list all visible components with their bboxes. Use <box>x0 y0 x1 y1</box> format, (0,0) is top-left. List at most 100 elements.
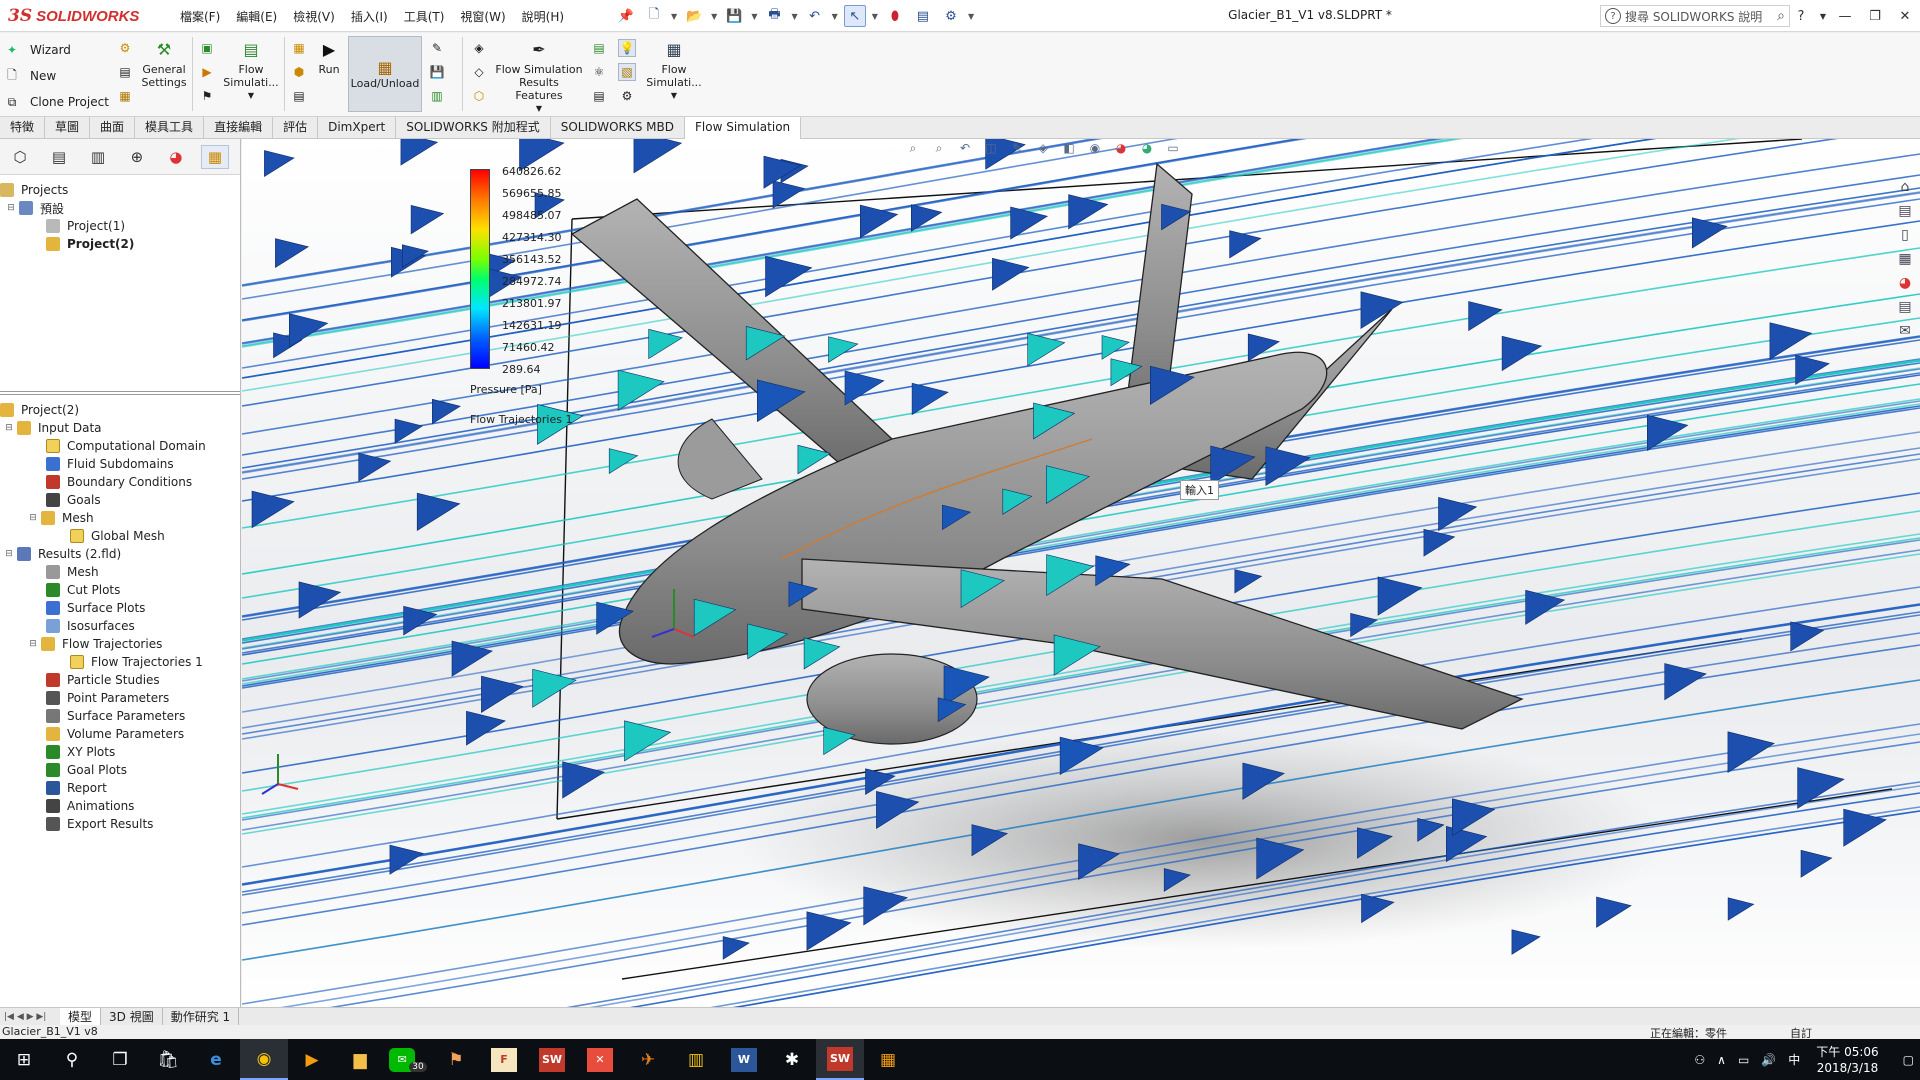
zoom-to-fit-icon[interactable]: ⌕ <box>902 141 924 159</box>
project-list-icon[interactable]: ▤ <box>116 63 134 81</box>
dimxpert-manager-icon[interactable]: ⊕ <box>123 145 151 169</box>
tree-item-flow-trajectories[interactable]: ⊟ Flow Trajectories <box>0 635 240 653</box>
surface-plot-icon[interactable]: ◇ <box>470 63 488 81</box>
undo-dropdown-icon[interactable]: ▼ <box>832 12 838 21</box>
clock[interactable]: 下午 05:06 2018/3/18 <box>1816 1044 1878 1076</box>
collapse-icon[interactable]: ⊟ <box>6 203 16 213</box>
custom-properties-icon[interactable]: ▤ <box>1894 299 1916 323</box>
menu-view[interactable]: 檢視(V) <box>293 8 335 25</box>
view-settings-icon[interactable]: ▭ <box>1162 141 1184 159</box>
tree-item-surface-plots[interactable]: Surface Plots <box>0 599 240 617</box>
menu-tools[interactable]: 工具(T) <box>404 8 445 25</box>
line-app[interactable]: ✉ 30 <box>384 1039 432 1080</box>
menu-file[interactable]: 檔案(F) <box>180 8 220 25</box>
file-explorer-icon[interactable]: ▯ <box>1894 227 1916 251</box>
print-icon[interactable]: 🖶 <box>763 5 785 27</box>
goals-icon[interactable]: ⚑ <box>198 87 216 105</box>
tab-surfaces[interactable]: 曲面 <box>90 117 136 139</box>
save-icon[interactable]: 💾 <box>723 5 745 27</box>
search-button[interactable]: ⚲ <box>48 1039 96 1080</box>
solidworks-logo[interactable]: 3S SOLIDWORKS <box>8 3 154 29</box>
tree-item-isosurfaces[interactable]: Isosurfaces <box>0 617 240 635</box>
menu-insert[interactable]: 插入(I) <box>351 8 388 25</box>
view-orientation-icon[interactable]: ◈ <box>1032 141 1054 159</box>
tree-item-goals[interactable]: Goals <box>0 491 240 509</box>
store-app[interactable]: 🛍 <box>144 1039 192 1080</box>
graphics-viewport[interactable]: ⌕ ⌕ ↶ ◫ ✎ ◈ ◧ ◉ ◕ ◕ ▭ ⌂ ▤ ▯ ▦ ◕ ▤ ✉ 6408… <box>242 139 1920 1007</box>
new-dropdown-icon[interactable]: ▼ <box>671 12 677 21</box>
tree-item-boundary-conditions[interactable]: Boundary Conditions <box>0 473 240 491</box>
tab-scroll-arrows-icon[interactable]: |◀ ◀ ▶ ▶| <box>0 1012 60 1022</box>
menu-edit[interactable]: 編輯(E) <box>236 8 277 25</box>
run-button[interactable]: ▶ Run <box>314 37 344 76</box>
results-features-dropdown-icon[interactable]: ▼ <box>536 102 542 115</box>
people-icon[interactable]: ⚇ <box>1694 1053 1705 1067</box>
tree-item-xy-plots[interactable]: XY Plots <box>0 743 240 761</box>
tab-direct-editing[interactable]: 直接編輯 <box>204 117 274 139</box>
tree-item-projects[interactable]: Projects <box>0 181 240 199</box>
save-results-icon[interactable]: 💾 <box>428 63 446 81</box>
search-icon[interactable]: ⌕ <box>1777 8 1785 24</box>
calculator-app[interactable]: ▦ <box>864 1039 912 1080</box>
ime-indicator[interactable]: 中 <box>1788 1051 1800 1068</box>
display-manager-icon[interactable]: ◕ <box>162 145 190 169</box>
minimize-icon[interactable]: — <box>1830 9 1860 24</box>
monitor-icon[interactable]: ⚙ <box>618 87 636 105</box>
help-search-box[interactable]: ? 搜尋 SOLIDWORKS 說明 ⌕ <box>1600 5 1790 27</box>
panel-splitter[interactable] <box>0 391 240 395</box>
select-dropdown-icon[interactable]: ▼ <box>872 12 878 21</box>
tree-item-fluid-subdomains[interactable]: Fluid Subdomains <box>0 455 240 473</box>
chrome-app[interactable]: ◉ <box>240 1039 288 1080</box>
task-view-button[interactable]: ❐ <box>96 1039 144 1080</box>
project-settings-icon[interactable]: ⚙ <box>116 39 134 57</box>
help-dropdown-icon[interactable]: ▼ <box>1816 12 1830 21</box>
home-icon[interactable]: ⌂ <box>1894 179 1916 203</box>
tree-item-input-data[interactable]: ⊟ Input Data <box>0 419 240 437</box>
flow-analysis-tree-icon[interactable]: ▦ <box>200 144 230 169</box>
particle-icon[interactable]: ⚛ <box>590 63 608 81</box>
configuration-manager-icon[interactable]: ▥ <box>84 145 112 169</box>
solidworks-2016-app[interactable]: SW <box>528 1039 576 1080</box>
tab-motion-study[interactable]: 動作研究 1 <box>163 1008 240 1025</box>
dynamic-annotation-icon[interactable]: ✎ <box>1006 141 1028 159</box>
restore-icon[interactable]: ❐ <box>1860 9 1890 24</box>
tree-item-surface-parameters[interactable]: Surface Parameters <box>0 707 240 725</box>
tree-item-results[interactable]: ⊟ Results (2.fld) <box>0 545 240 563</box>
menu-window[interactable]: 視窗(W) <box>460 8 505 25</box>
edge-app[interactable]: e <box>192 1039 240 1080</box>
tree-item-cut-plots[interactable]: Cut Plots <box>0 581 240 599</box>
traffic-light-icon[interactable]: ⬮ <box>884 5 906 27</box>
general-settings-button[interactable]: ⚒ General Settings <box>141 37 186 89</box>
design-library-icon[interactable]: ▤ <box>1894 203 1916 227</box>
project-report-icon[interactable]: ▦ <box>116 87 134 105</box>
results-features-button[interactable]: ✒ Flow Simulation Results Features ▼ <box>494 37 584 115</box>
clone-project-button[interactable]: ⧉ Clone Project <box>4 89 114 115</box>
transparency-icon[interactable]: ▧ <box>618 63 636 81</box>
network-icon[interactable]: ▭ <box>1738 1053 1749 1067</box>
paint-app[interactable]: ✈ <box>624 1039 672 1080</box>
editor-app[interactable]: F <box>480 1039 528 1080</box>
print-dropdown-icon[interactable]: ▼ <box>791 12 797 21</box>
appearances-icon[interactable]: ◕ <box>1894 275 1916 299</box>
start-button[interactable]: ⊞ <box>0 1039 48 1080</box>
help-icon[interactable]: ? <box>1786 9 1816 24</box>
settings-app[interactable]: ✱ <box>768 1039 816 1080</box>
xmind-app[interactable]: ✕ <box>576 1039 624 1080</box>
flow-simulation-button[interactable]: ▤ Flow Simulati... ▼ <box>222 37 280 102</box>
flow-simulation-dropdown-icon[interactable]: ▼ <box>248 89 254 102</box>
tree-item-particle-studies[interactable]: Particle Studies <box>0 671 240 689</box>
collapse-icon[interactable]: ⊟ <box>4 423 14 433</box>
word-app[interactable]: W <box>720 1039 768 1080</box>
tree-item-project2[interactable]: Project(2) <box>0 235 240 253</box>
zoom-to-area-icon[interactable]: ⌕ <box>928 141 950 159</box>
notification-icon[interactable]: ▢ <box>1903 1053 1914 1067</box>
tree-item-config[interactable]: ⊟ 預設 <box>0 199 240 217</box>
flow-simulation-tools-button[interactable]: ▦ Flow Simulati... ▼ <box>646 37 702 102</box>
plot-chart-icon[interactable]: ▤ <box>590 39 608 57</box>
display-style-icon[interactable]: ◧ <box>1058 141 1080 159</box>
options-dropdown-icon[interactable]: ▼ <box>968 12 974 21</box>
tab-3d-views[interactable]: 3D 視圖 <box>101 1008 163 1025</box>
lightbulb-icon[interactable]: 💡 <box>618 39 636 57</box>
collapse-icon[interactable]: ⊟ <box>28 513 38 523</box>
select-cursor-icon[interactable]: ↖ <box>843 5 866 27</box>
